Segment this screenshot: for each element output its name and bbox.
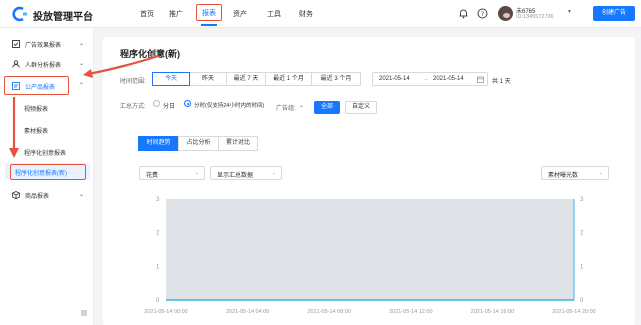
arrowhead-icon (9, 148, 19, 158)
annotation-arrows (9, 54, 159, 158)
arrowhead-icon (83, 69, 93, 78)
arrow-to-product-report (87, 54, 159, 76)
time-btn-today[interactable]: 今天 (152, 72, 190, 86)
